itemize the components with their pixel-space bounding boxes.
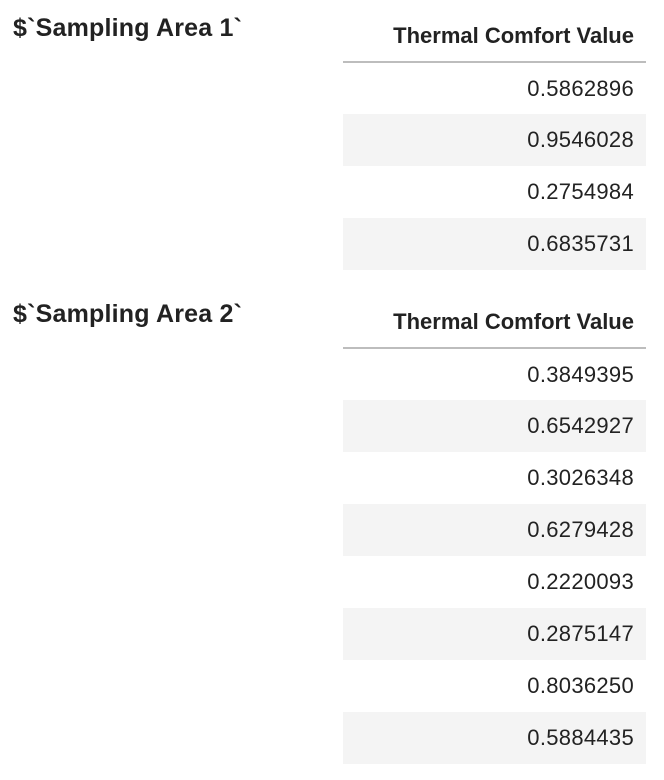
table-row: 0.3026348 xyxy=(343,452,646,504)
thermal-comfort-table: Thermal Comfort Value 0.5862896 0.954602… xyxy=(343,0,646,270)
table-cell: 0.2875147 xyxy=(343,608,646,660)
table-header-row: Thermal Comfort Value xyxy=(343,0,646,63)
table-cell: 0.2754984 xyxy=(527,179,634,204)
thermal-comfort-table: Thermal Comfort Value 0.3849395 0.654292… xyxy=(343,286,646,764)
table-row: 0.2220093 xyxy=(343,556,646,608)
column-header: Thermal Comfort Value xyxy=(343,286,646,349)
table-row: 0.6279428 xyxy=(343,504,646,556)
table-header-row: Thermal Comfort Value xyxy=(343,286,646,349)
table-row: 0.3849395 xyxy=(343,348,646,400)
table-cell: 0.5884435 xyxy=(343,712,646,764)
table-cell: 0.8036250 xyxy=(527,673,634,698)
table-row: 0.5884435 xyxy=(343,712,646,764)
table-row: 0.6835731 xyxy=(343,218,646,270)
table-cell: 0.3026348 xyxy=(527,465,634,490)
table-cell: 0.6542927 xyxy=(343,400,646,452)
table-cell: 0.3849395 xyxy=(527,361,634,387)
section-title: $`Sampling Area 1` xyxy=(13,14,243,42)
table-cell: 0.9546028 xyxy=(343,114,646,166)
table-row: 0.6542927 xyxy=(343,400,646,452)
section-title: $`Sampling Area 2` xyxy=(13,300,243,328)
table-row: 0.2754984 xyxy=(343,166,646,218)
table-row: 0.8036250 xyxy=(343,660,646,712)
table-cell: 0.2220093 xyxy=(527,569,634,594)
table-cell: 0.6279428 xyxy=(343,504,646,556)
column-header: Thermal Comfort Value xyxy=(343,0,646,63)
table-row: 0.5862896 xyxy=(343,62,646,114)
table-cell: 0.5862896 xyxy=(527,75,634,101)
table-cell: 0.6835731 xyxy=(343,218,646,270)
table-row: 0.2875147 xyxy=(343,608,646,660)
table-row: 0.9546028 xyxy=(343,114,646,166)
